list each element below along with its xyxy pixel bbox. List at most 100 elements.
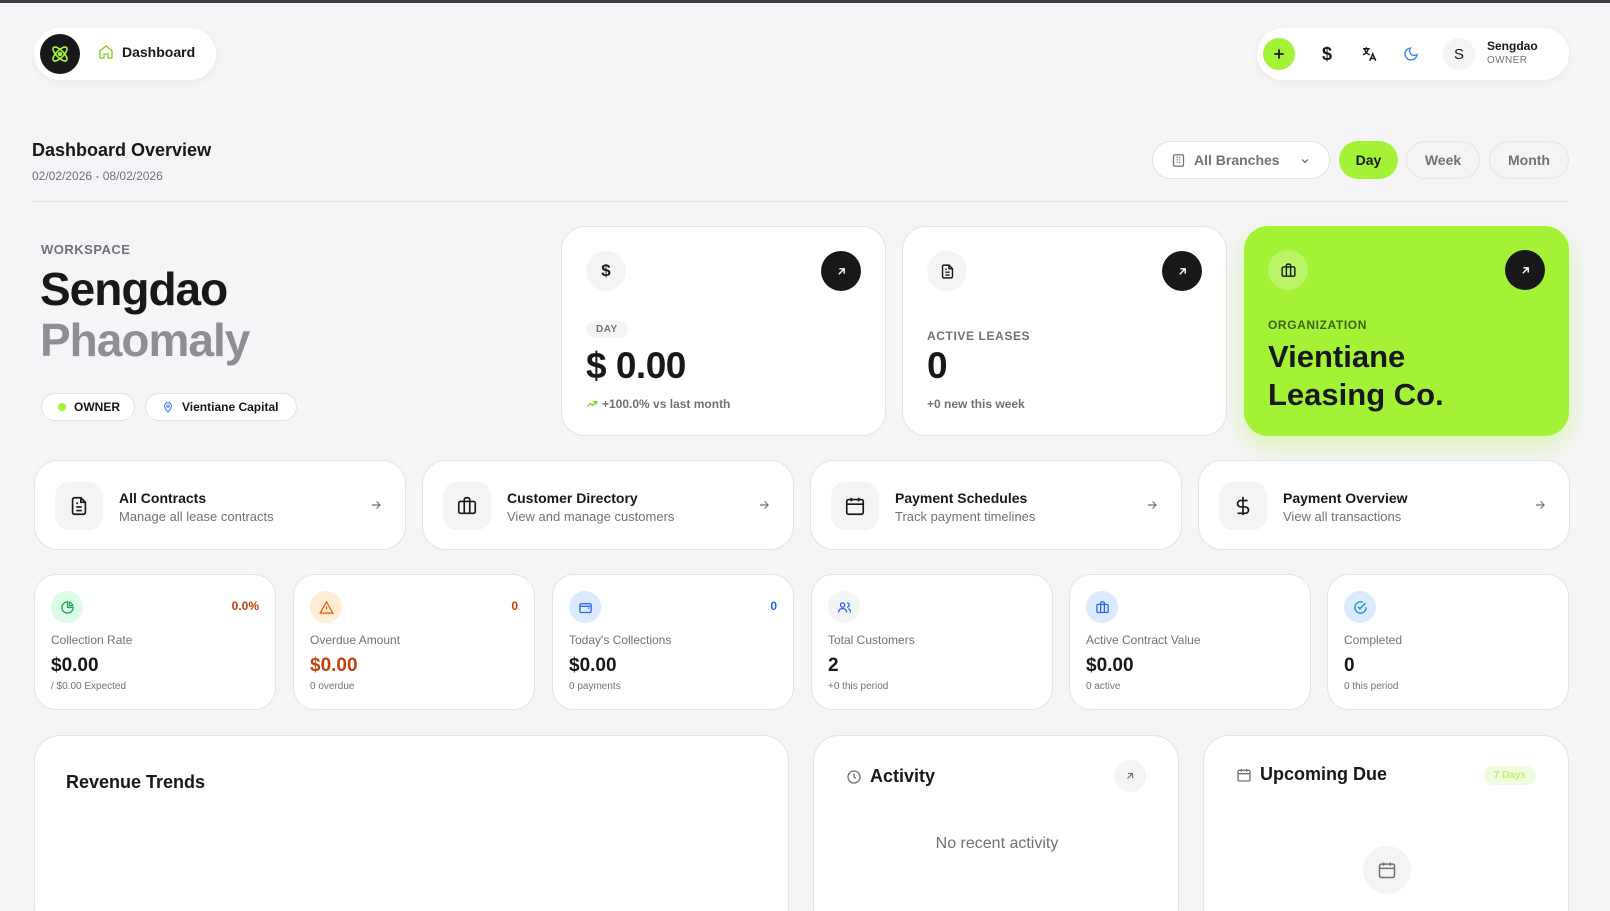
arrow-up-right-icon (1124, 770, 1136, 782)
atom-logo-icon (49, 43, 71, 65)
leases-label: ACTIVE LEASES (927, 329, 1031, 343)
quick-link-payment-schedules[interactable]: Payment Schedules Track payment timeline… (810, 460, 1182, 550)
wallet-icon (578, 600, 593, 615)
stat-total-customers[interactable]: Total Customers 2 +0 this period (811, 574, 1053, 710)
nav-pill: Dashboard (34, 28, 216, 80)
quick-link-subtitle: Track payment timelines (895, 509, 1036, 524)
arrow-right-icon (369, 498, 383, 512)
chevron-down-icon (1299, 155, 1311, 167)
add-button[interactable] (1263, 38, 1295, 70)
stat-badge: 0.0% (231, 599, 259, 613)
status-dot (58, 403, 66, 411)
activity-open-button[interactable] (1114, 760, 1146, 792)
stat-badge: 0 (770, 599, 777, 613)
stat-icon-wrap (51, 591, 83, 623)
stat-icon-wrap (569, 591, 601, 623)
upcoming-due-panel: Upcoming Due 7 Days (1203, 735, 1569, 911)
period-week-button[interactable]: Week (1406, 141, 1480, 179)
stat-icon-wrap (828, 591, 860, 623)
period-month-label: Month (1508, 152, 1550, 168)
stat-collection-rate[interactable]: 0.0% Collection Rate $0.00 / $0.00 Expec… (34, 574, 276, 710)
clock-icon (846, 769, 862, 785)
activity-empty-state: No recent activity (935, 835, 1059, 852)
user-menu[interactable]: S Sengdao OWNER (1443, 38, 1563, 70)
revenue-icon-wrap: $ (586, 251, 626, 291)
period-week-label: Week (1424, 152, 1462, 168)
quick-link-title: Payment Overview (1283, 490, 1408, 506)
stat-completed[interactable]: Completed 0 0 this period (1327, 574, 1569, 710)
stat-label: Total Customers (828, 633, 915, 647)
trend-up-icon (586, 398, 598, 410)
role-badge: OWNER (41, 393, 135, 421)
activity-panel: Activity No recent activity (813, 735, 1179, 911)
role-badge-label: OWNER (74, 400, 120, 414)
leases-icon-wrap (927, 251, 967, 291)
theme-toggle[interactable] (1399, 42, 1423, 66)
stat-label: Collection Rate (51, 633, 133, 647)
language-button[interactable] (1357, 42, 1381, 66)
stat-todays-collections[interactable]: 0 Today's Collections $0.00 0 payments (552, 574, 794, 710)
workspace-last-name: Phaomaly (40, 314, 250, 366)
org-name-line1: Vientiane (1268, 339, 1406, 374)
stat-label: Active Contract Value (1086, 633, 1201, 647)
nav-dashboard-label: Dashboard (122, 44, 196, 60)
quick-link-customer-directory[interactable]: Customer Directory View and manage custo… (422, 460, 794, 550)
org-open-button[interactable] (1505, 250, 1545, 290)
avatar-initial: S (1453, 45, 1464, 63)
org-name-line2: Leasing Co. (1268, 377, 1444, 412)
calendar-icon (844, 495, 866, 517)
org-icon-wrap (1268, 250, 1308, 290)
stat-active-contract-value[interactable]: Active Contract Value $0.00 0 active (1069, 574, 1311, 710)
contracts-icon-wrap (55, 482, 103, 530)
user-role: OWNER (1487, 55, 1528, 66)
revenue-value: $ 0.00 (586, 345, 686, 386)
revenue-open-button[interactable] (821, 251, 861, 291)
organization-card[interactable]: ORGANIZATION Vientiane Leasing Co. (1244, 226, 1569, 436)
stat-sub: 0 payments (569, 681, 621, 692)
activity-header: Activity (846, 766, 935, 787)
leases-open-button[interactable] (1162, 251, 1202, 291)
nav-dashboard-link[interactable]: Dashboard (98, 44, 195, 60)
building-icon (1171, 153, 1186, 168)
dollar-icon: $ (1321, 43, 1332, 64)
revenue-trends-title: Revenue Trends (66, 772, 206, 792)
stat-label: Completed (1344, 633, 1403, 647)
currency-button[interactable]: $ (1315, 42, 1339, 66)
active-leases-kpi-card[interactable]: ACTIVE LEASES 0 +0 new this week (902, 226, 1227, 436)
stat-overdue-amount[interactable]: 0 Overdue Amount $0.00 0 overdue (293, 574, 535, 710)
stat-icon-wrap (1086, 591, 1118, 623)
stat-badge: 0 (511, 599, 518, 613)
quick-link-payment-overview[interactable]: Payment Overview View all transactions (1198, 460, 1570, 550)
check-circle-icon (1353, 600, 1368, 615)
period-day-button[interactable]: Day (1339, 141, 1398, 179)
window-top-border (0, 0, 1610, 3)
stat-label: Today's Collections (569, 633, 672, 647)
period-month-button[interactable]: Month (1489, 141, 1569, 179)
location-badge-label: Vientiane Capital (182, 400, 279, 414)
arrow-up-right-icon (1176, 265, 1189, 278)
branch-select[interactable]: All Branches (1152, 141, 1330, 179)
avatar: S (1443, 38, 1475, 70)
branch-select-value: All Branches (1194, 152, 1280, 168)
period-day-label: Day (1355, 152, 1382, 168)
workspace-label: WORKSPACE (41, 242, 131, 257)
translate-icon (1360, 45, 1378, 63)
stat-value: $0.00 (51, 655, 99, 676)
app-logo-button[interactable] (40, 34, 80, 74)
arrow-right-icon (1145, 498, 1159, 512)
revenue-trend: +100.0% vs last month (586, 397, 730, 411)
quick-link-title: Customer Directory (507, 490, 638, 506)
revenue-kpi-card[interactable]: $ DAY $ 0.00 +100.0% vs last month (561, 226, 886, 436)
stat-sub: +0 this period (828, 681, 889, 692)
quick-link-subtitle: Manage all lease contracts (119, 509, 274, 524)
quick-link-all-contracts[interactable]: All Contracts Manage all lease contracts (34, 460, 406, 550)
activity-title: Activity (870, 766, 936, 786)
revenue-trends-panel: Revenue Trends (34, 735, 789, 911)
warning-icon (318, 600, 334, 615)
stat-value: $0.00 (569, 655, 617, 676)
payments-icon-wrap (1219, 482, 1267, 530)
stat-value: $0.00 (1086, 655, 1134, 676)
stat-value: 2 (828, 655, 839, 676)
quick-link-title: Payment Schedules (895, 490, 1028, 506)
quick-link-subtitle: View and manage customers (507, 509, 675, 524)
